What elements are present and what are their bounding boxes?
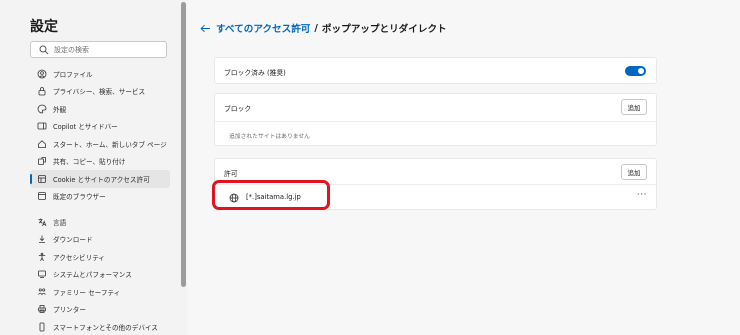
sidebar-item-privacy[interactable]: プライバシー、検索、サービス [30,83,170,101]
cookie-icon [37,174,47,184]
sidebar-item-system[interactable]: システムとパフォーマンス [30,266,170,284]
sidebar-item-label: スマートフォンとその他のデバイス [53,323,158,332]
lock-icon [37,86,47,96]
search-icon [39,45,49,55]
more-options-icon[interactable]: ··· [637,190,647,200]
sidebar-item-default-browser[interactable]: 既定のブラウザー [30,188,170,206]
sidebar-item-label: Copilot とサイドバー [53,123,118,132]
sidebar-item-accessibility[interactable]: アクセシビリティ [30,248,170,266]
block-section-title: ブロック [224,105,252,113]
sidebar-item-label: アクセシビリティ [53,253,106,262]
sidebar-item-label: ファミリー セーフティ [53,288,121,297]
download-icon [37,234,47,244]
sidebar-item-label: プリンター [53,306,86,315]
sidebar-item-start-home[interactable]: スタート、ホーム、新しいタブ ページ [30,135,170,153]
sidebar-item-language[interactable]: 言語 [30,213,170,231]
phone-icon [37,322,47,332]
breadcrumb: すべてのアクセス許可 / ポップアップとリダイレクト [198,21,447,35]
search-input[interactable] [54,43,162,56]
block-section-card: ブロック 追加 追加されたサイトはありません [214,93,657,146]
list-item: [*.]saitama.lg.jp ··· [215,185,656,211]
language-icon [37,217,47,227]
sidebar-item-family[interactable]: ファミリー セーフティ [30,283,170,301]
back-arrow-icon[interactable] [198,21,212,35]
allow-section-title: 許可 [224,170,238,178]
sidebar-item-label: 言語 [53,218,67,227]
sidebar-item-share-copy[interactable]: 共有、コピー、貼り付け [30,153,170,171]
sidebar-item-label: スタート、ホーム、新しいタブ ページ [53,140,167,149]
sidebar: 設定 プロファイル プライバシー、検索、サービス 外観 Copilot とサイド… [0,0,187,335]
sidebar-scrollbar[interactable] [181,2,186,287]
profile-icon [37,69,47,79]
allow-section-card: 許可 追加 [*.]saitama.lg.jp ··· [214,158,657,210]
home-icon [37,139,47,149]
sidebar-item-copilot[interactable]: Copilot とサイドバー [30,118,170,136]
sidebar-item-label: ダウンロード [53,236,93,245]
sidebar-item-downloads[interactable]: ダウンロード [30,231,170,249]
browser-icon [37,191,47,201]
palette-icon [37,104,47,114]
sidebar-item-label: 既定のブラウザー [53,193,106,202]
settings-nav-primary: プロファイル プライバシー、検索、サービス 外観 Copilot とサイドバー … [30,65,170,205]
system-icon [37,269,47,279]
share-icon [37,156,47,166]
globe-icon [229,193,239,203]
sidebar-item-label: プロファイル [53,70,93,79]
sidebar-item-label: システムとパフォーマンス [53,271,132,280]
block-empty-text: 追加されたサイトはありません [229,134,310,140]
breadcrumb-link-all-permissions[interactable]: すべてのアクセス許可 [216,21,310,35]
sidebar-icon [37,121,47,131]
accessibility-icon [37,252,47,262]
sidebar-item-phone[interactable]: スマートフォンとその他のデバイス [30,318,170,335]
main-content: すべてのアクセス許可 / ポップアップとリダイレクト ブロック済み (推奨) ブ… [187,0,740,335]
blocked-toggle[interactable] [625,66,646,76]
settings-search[interactable] [30,41,167,58]
sidebar-item-appearance[interactable]: 外観 [30,100,170,118]
divider [215,121,656,122]
sidebar-item-printers[interactable]: プリンター [30,301,170,319]
family-icon [37,287,47,297]
sidebar-item-label: 共有、コピー、貼り付け [53,158,126,167]
printer-icon [37,304,47,314]
settings-nav-secondary: 言語 ダウンロード アクセシビリティ システムとパフォーマンス ファミリー セー… [30,213,170,335]
breadcrumb-separator: / [314,22,318,34]
sidebar-item-profile[interactable]: プロファイル [30,65,170,83]
settings-title: 設定 [30,19,58,35]
page-title: ポップアップとリダイレクト [321,24,447,35]
sidebar-item-label: プライバシー、検索、サービス [53,88,146,97]
site-url: [*.]saitama.lg.jp [246,193,301,201]
sidebar-item-cookies[interactable]: Cookie とサイトのアクセス許可 [30,170,170,188]
blocked-setting-card: ブロック済み (推奨) [214,57,657,84]
blocked-setting-label: ブロック済み (推奨) [224,69,286,77]
allow-add-button[interactable]: 追加 [621,164,647,180]
sidebar-item-label: 外観 [53,105,67,114]
block-add-button[interactable]: 追加 [621,99,647,115]
sidebar-item-label: Cookie とサイトのアクセス許可 [53,175,150,184]
